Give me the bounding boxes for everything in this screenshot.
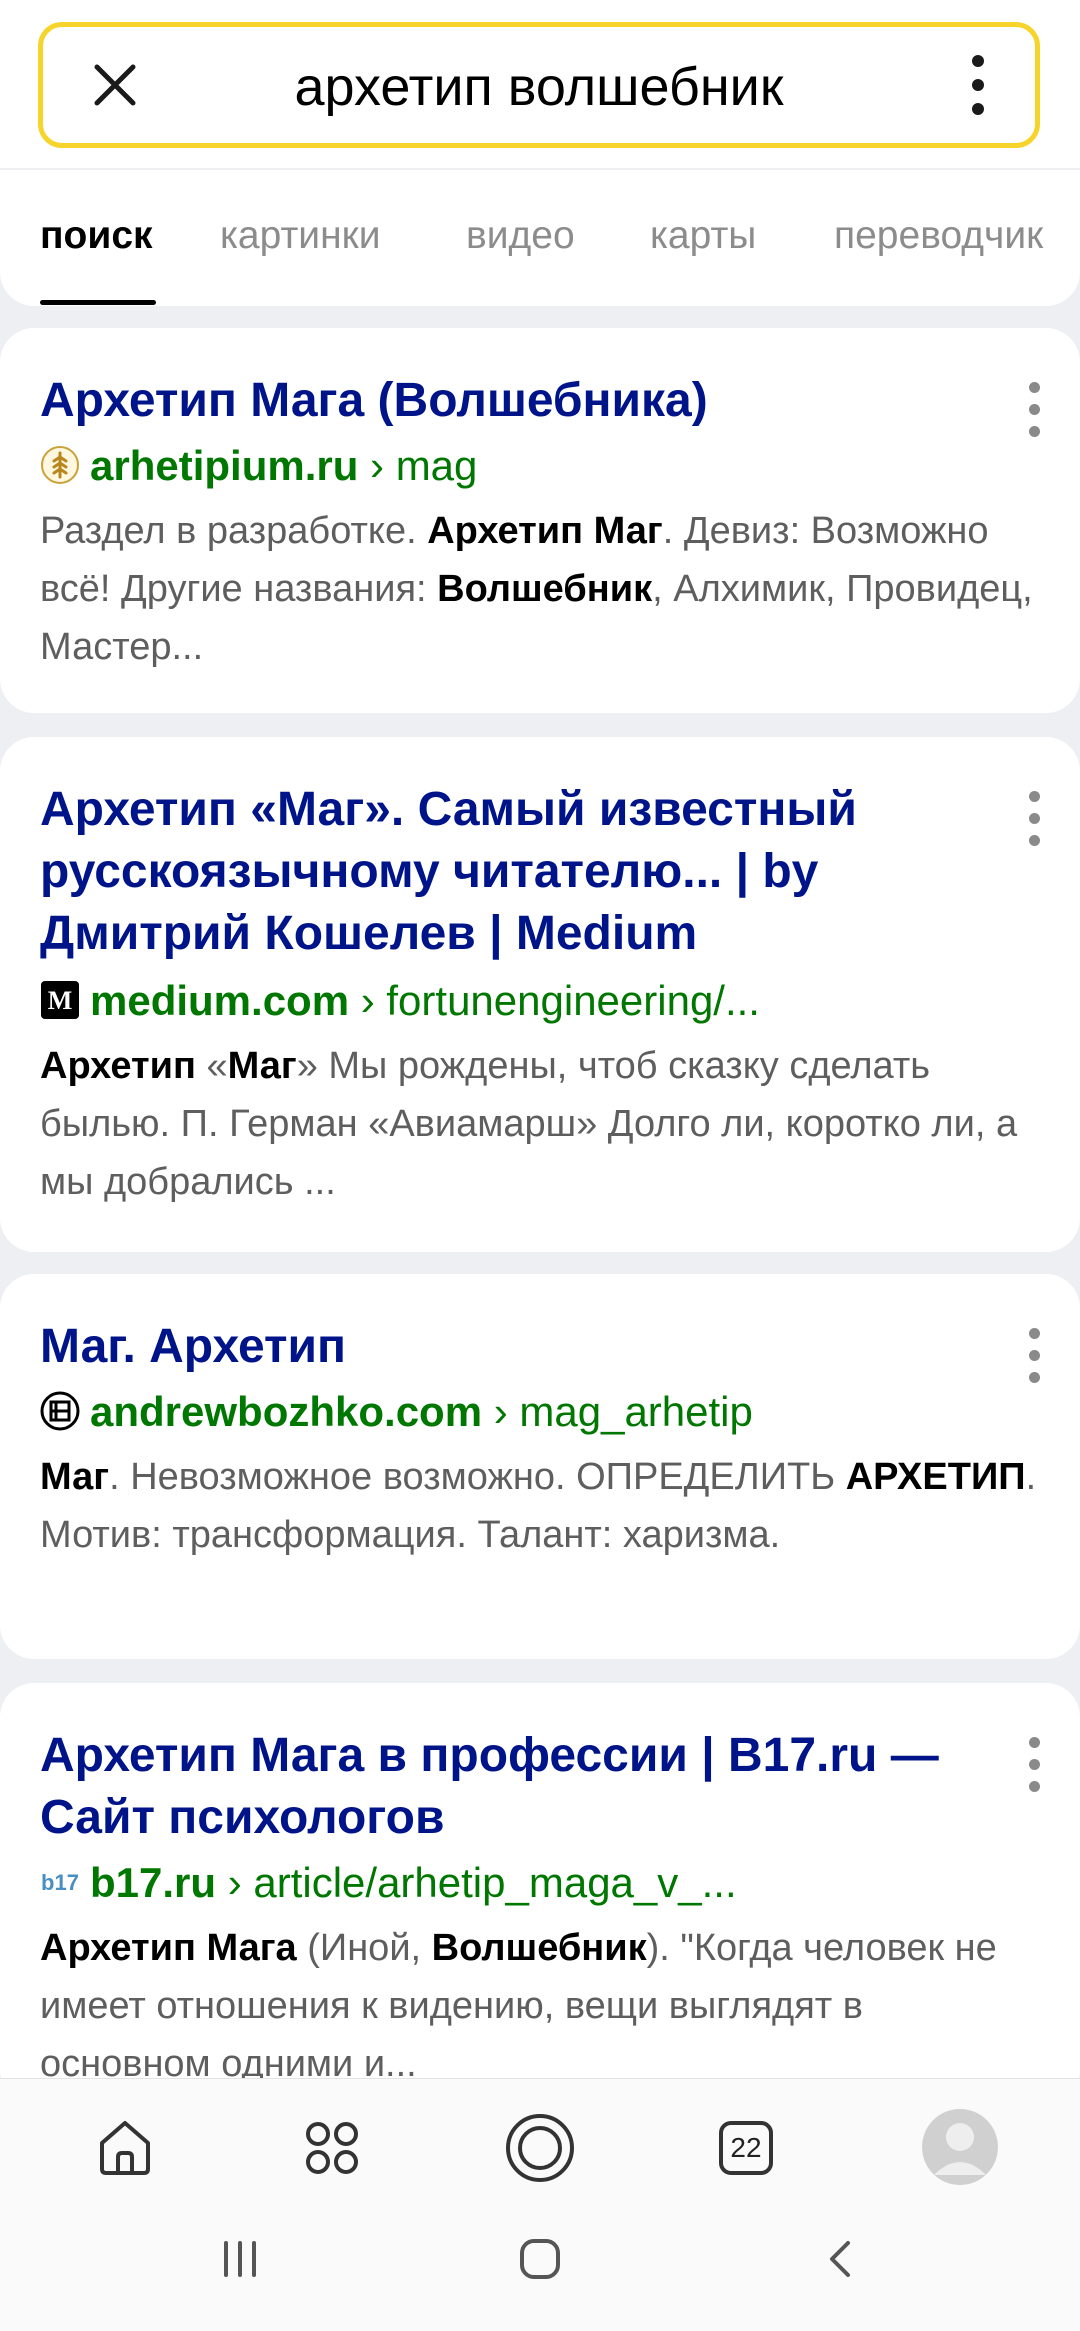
result-path: › article/arhetip_maga_v_... bbox=[216, 1859, 737, 1906]
more-options-icon[interactable] bbox=[967, 53, 987, 117]
result-menu-icon[interactable] bbox=[1028, 1326, 1042, 1386]
result-path: › mag bbox=[358, 442, 478, 489]
tab-search[interactable]: поиск bbox=[40, 212, 153, 260]
result-url[interactable]: b17 b17.ru › article/arhetip_maga_v_... bbox=[40, 1855, 1040, 1911]
tab-video[interactable]: видео bbox=[466, 212, 575, 260]
result-url[interactable]: arhetipium.ru › mag bbox=[40, 438, 1040, 494]
search-result-card: Архетип Мага в профессии | B17.ru — Сайт… bbox=[0, 1683, 1080, 2103]
tabs-icon[interactable]: 22 bbox=[701, 2103, 791, 2193]
result-menu-icon[interactable] bbox=[1028, 789, 1042, 849]
result-url[interactable]: M medium.com › fortunengineering/... bbox=[40, 973, 1040, 1029]
home-circle-icon[interactable] bbox=[510, 2229, 570, 2289]
result-menu-icon[interactable] bbox=[1028, 380, 1042, 440]
result-path: › fortunengineering/... bbox=[349, 977, 760, 1024]
result-domain: arhetipium.ru bbox=[90, 442, 359, 489]
tabs-count: 22 bbox=[730, 2132, 762, 2163]
tab-maps[interactable]: карты bbox=[650, 212, 756, 260]
result-title[interactable]: Архетип Мага в профессии | B17.ru — Сайт… bbox=[40, 1725, 970, 1849]
services-grid-icon[interactable] bbox=[287, 2103, 377, 2193]
search-verticals-tabs: поиск картинки видео карты переводчик bbox=[0, 170, 1080, 306]
search-result-card: Маг. Архетип andrewbozhko.com › mag_arhe… bbox=[0, 1274, 1080, 1659]
result-domain: b17.ru bbox=[90, 1859, 217, 1906]
tab-images[interactable]: картинки bbox=[220, 212, 380, 260]
result-domain: medium.com bbox=[90, 977, 350, 1024]
profile-avatar[interactable] bbox=[910, 2097, 1010, 2197]
b17-icon: b17 bbox=[41, 1870, 79, 1895]
search-result-card: Архетип «Маг». Самый известный русскоязы… bbox=[0, 737, 1080, 1252]
result-snippet: Архетип «Маг» Мы рождены, чтоб сказку сд… bbox=[40, 1045, 1018, 1203]
result-snippet: Раздел в разработке. Архетип Маг. Девиз:… bbox=[40, 510, 1033, 668]
alice-icon[interactable] bbox=[495, 2103, 585, 2193]
result-path: › mag_arhetip bbox=[482, 1388, 753, 1435]
close-icon[interactable] bbox=[85, 55, 145, 115]
svg-text:M: M bbox=[48, 986, 73, 1015]
search-result-card: Архетип Мага (Волшебника) arhetipium.ru … bbox=[0, 328, 1080, 713]
active-tab-indicator bbox=[40, 300, 156, 305]
home-icon[interactable] bbox=[80, 2103, 170, 2193]
result-menu-icon[interactable] bbox=[1028, 1735, 1042, 1795]
wheat-icon bbox=[41, 445, 79, 484]
result-title[interactable]: Архетип Мага (Волшебника) bbox=[40, 370, 970, 432]
search-box[interactable]: архетип волшебник bbox=[38, 22, 1040, 148]
search-results-page: архетип волшебник поиск картинки видео к… bbox=[0, 0, 1080, 2331]
svg-text:b17: b17 bbox=[41, 1870, 79, 1895]
medium-icon: M bbox=[41, 980, 79, 1019]
recents-icon[interactable] bbox=[210, 2229, 270, 2289]
result-title[interactable]: Архетип «Маг». Самый известный русскоязы… bbox=[40, 779, 970, 965]
ab-logo-icon bbox=[40, 1391, 80, 1431]
tab-translator[interactable]: переводчик bbox=[834, 212, 1043, 260]
bottom-navigation: 22 bbox=[0, 2078, 1080, 2331]
result-title[interactable]: Маг. Архетип bbox=[40, 1316, 970, 1378]
header: архетип волшебник bbox=[0, 0, 1080, 168]
result-domain: andrewbozhko.com bbox=[90, 1388, 483, 1435]
result-url[interactable]: andrewbozhko.com › mag_arhetip bbox=[40, 1384, 1040, 1440]
back-icon[interactable] bbox=[812, 2229, 872, 2289]
result-snippet: Маг. Невозможное возможно. ОПРЕДЕЛИТЬ АР… bbox=[40, 1456, 1037, 1556]
search-query[interactable]: архетип волшебник bbox=[183, 57, 895, 117]
result-snippet: Архетип Мага (Иной, Волшебник). "Когда ч… bbox=[40, 1927, 997, 2085]
